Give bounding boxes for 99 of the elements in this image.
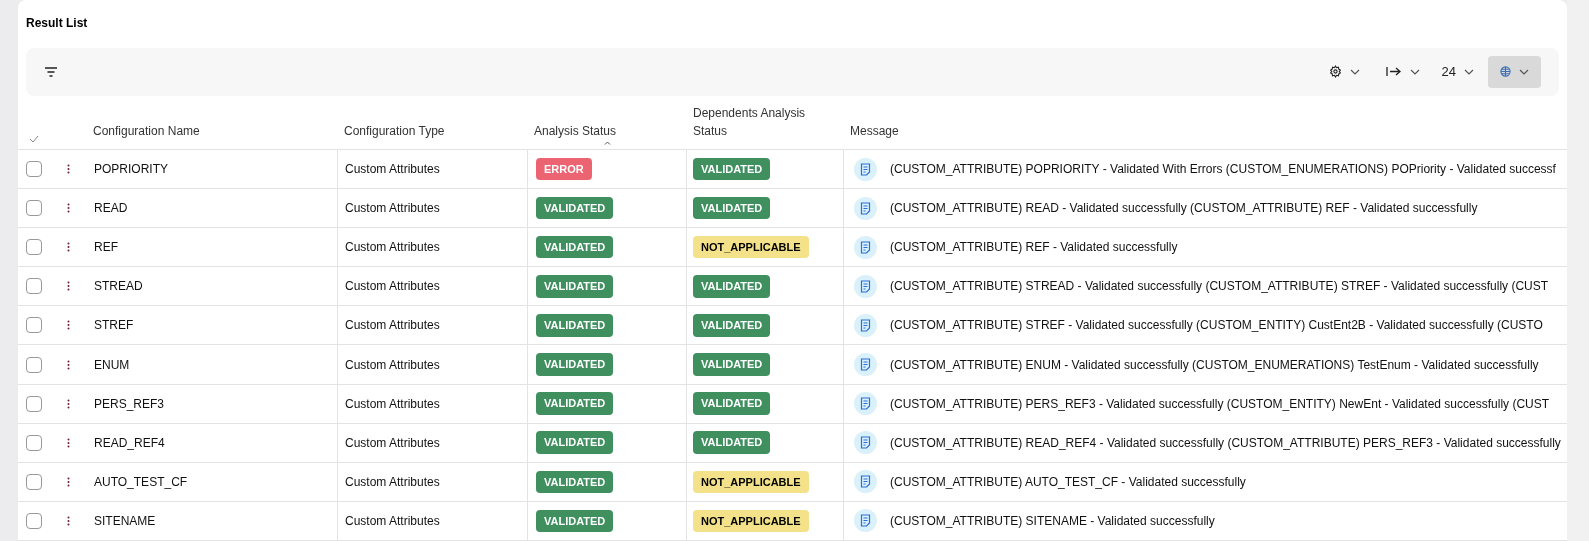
configuration-name: PERS_REF3	[94, 395, 165, 413]
configuration-name: STREAD	[94, 278, 143, 296]
configuration-type: Custom Attributes	[345, 161, 440, 179]
status-badge: VALIDATED	[536, 353, 614, 376]
status-badge: VALIDATED	[536, 431, 614, 454]
message-text: (CUSTOM_ATTRIBUTE) READ - Validated successfully (CUSTOM_ATTRIBUTE) REF - Validated successfully	[890, 200, 1478, 218]
panel-title: Result List	[26, 16, 88, 30]
message-icon[interactable]	[854, 353, 877, 376]
message-icon[interactable]	[854, 196, 877, 220]
globe-dropdown[interactable]	[1488, 55, 1541, 88]
configuration-name: STREF	[94, 317, 134, 335]
configuration-name: ENUM	[94, 356, 130, 374]
status-badge: VALIDATED	[536, 314, 614, 337]
row-checkbox[interactable]	[26, 317, 42, 334]
configuration-name: REF	[94, 239, 118, 257]
message-text: (CUSTOM_ATTRIBUTE) SITENAME - Validated successfully	[890, 512, 1215, 530]
message-icon[interactable]	[854, 274, 877, 298]
row-checkbox[interactable]	[26, 512, 42, 529]
configuration-type: Custom Attributes	[345, 473, 440, 491]
row-checkbox[interactable]	[26, 200, 42, 217]
status-badge: VALIDATED	[536, 236, 614, 259]
status-badge: NOT_APPLICABLE	[693, 236, 809, 259]
status-badge: VALIDATED	[693, 431, 771, 454]
message-text: (CUSTOM_ATTRIBUTE) AUTO_TEST_CF - Validated successfully	[890, 473, 1246, 491]
message-icon[interactable]	[854, 509, 877, 533]
message-icon[interactable]	[854, 313, 877, 337]
check-icon[interactable]	[29, 135, 39, 143]
settings-icon	[1328, 65, 1342, 79]
status-badge: VALIDATED	[536, 509, 614, 533]
message-icon[interactable]	[854, 157, 877, 181]
configuration-type: Custom Attributes	[345, 239, 440, 257]
configuration-name: READ	[94, 200, 128, 218]
configuration-type: Custom Attributes	[345, 200, 440, 218]
message-text: (CUSTOM_ATTRIBUTE) POPRIORITY - Validated With Errors (CUSTOM_ENUMERATIONS) POPriority - Validated successf	[890, 161, 1556, 179]
configuration-type: Custom Attributes	[345, 434, 440, 452]
chevron-down-icon	[1519, 68, 1529, 75]
column-header[interactable]: Configuration Type	[344, 122, 528, 140]
message-text: (CUSTOM_ATTRIBUTE) REF - Validated successfully	[890, 239, 1178, 257]
filter-icon[interactable]	[44, 65, 58, 78]
chevron-down-icon	[1409, 68, 1420, 75]
column-header[interactable]: Configuration Name	[93, 122, 338, 140]
status-badge: VALIDATED	[536, 470, 614, 494]
more-options-icon[interactable]	[67, 437, 70, 448]
row-checkbox[interactable]	[26, 356, 42, 373]
column-header[interactable]: Message	[850, 122, 1567, 140]
status-badge: VALIDATED	[693, 196, 771, 220]
message-icon[interactable]	[854, 431, 877, 455]
more-options-icon[interactable]	[67, 320, 70, 331]
configuration-type: Custom Attributes	[345, 317, 440, 335]
more-options-icon[interactable]	[67, 515, 70, 526]
configuration-type: Custom Attributes	[345, 395, 440, 413]
more-options-icon[interactable]	[67, 476, 70, 487]
more-options-icon[interactable]	[67, 164, 70, 175]
message-text: (CUSTOM_ATTRIBUTE) STREF - Validated successfully (CUSTOM_ENTITY) CustEnt2B - Validated successfully (CUSTO	[890, 317, 1543, 335]
more-options-icon[interactable]	[67, 242, 70, 253]
message-icon[interactable]	[854, 392, 877, 416]
row-checkbox[interactable]	[26, 278, 42, 295]
column-header[interactable]: Analysis Status	[534, 122, 687, 140]
more-options-icon[interactable]	[67, 203, 70, 214]
message-text: (CUSTOM_ATTRIBUTE) READ_REF4 - Validated successfully (CUSTOM_ATTRIBUTE) PERS_REF3 - Validated successfully	[890, 434, 1561, 452]
configuration-name: AUTO_TEST_CF	[94, 473, 188, 491]
status-badge: VALIDATED	[536, 392, 614, 415]
message-icon[interactable]	[854, 235, 877, 259]
scrollbar[interactable]	[1567, 0, 1589, 541]
row-checkbox[interactable]	[26, 239, 42, 256]
row-checkbox[interactable]	[26, 434, 42, 451]
globe-icon	[1500, 66, 1511, 78]
status-badge: VALIDATED	[693, 353, 771, 376]
chevron-down-icon	[1464, 68, 1474, 75]
more-options-icon[interactable]	[67, 359, 70, 370]
status-badge: NOT_APPLICABLE	[693, 470, 809, 494]
status-badge: VALIDATED	[536, 196, 614, 220]
message-text: (CUSTOM_ATTRIBUTE) STREAD - Validated successfully (CUSTOM_ATTRIBUTE) STREF - Validated successfully (CUST	[890, 278, 1549, 296]
status-badge: VALIDATED	[693, 392, 771, 415]
status-badge: VALIDATED	[693, 314, 771, 337]
configuration-type: Custom Attributes	[345, 512, 440, 530]
more-options-icon[interactable]	[67, 398, 70, 409]
more-options-icon[interactable]	[67, 281, 70, 292]
status-badge: VALIDATED	[536, 275, 614, 298]
status-badge: VALIDATED	[693, 275, 771, 298]
arrow-to-bar-icon	[1385, 66, 1402, 78]
configuration-type: Custom Attributes	[345, 356, 440, 374]
column-header[interactable]: Dependents Analysis Status	[693, 104, 813, 140]
row-checkbox[interactable]	[26, 473, 42, 490]
configuration-name: SITENAME	[94, 512, 156, 530]
configuration-name: POPRIORITY	[94, 161, 168, 179]
status-badge: VALIDATED	[693, 157, 771, 181]
row-checkbox[interactable]	[26, 161, 42, 178]
message-text: (CUSTOM_ATTRIBUTE) PERS_REF3 - Validated successfully (CUSTOM_ENTITY) NewEnt - Validated successfully (CUST	[890, 395, 1550, 413]
page-size-dropdown[interactable]: 24	[1433, 62, 1482, 82]
message-icon[interactable]	[854, 470, 877, 494]
status-badge: ERROR	[536, 157, 592, 181]
row-checkbox[interactable]	[26, 395, 42, 412]
message-text: (CUSTOM_ATTRIBUTE) ENUM - Validated successfully (CUSTOM_ENUMERATIONS) TestEnum - Validated successfully	[890, 356, 1539, 374]
sort-ascending-icon[interactable]	[604, 141, 611, 145]
configuration-name: READ_REF4	[94, 434, 165, 452]
status-badge: NOT_APPLICABLE	[693, 509, 809, 533]
chevron-down-icon	[1349, 68, 1360, 75]
configuration-type: Custom Attributes	[345, 278, 440, 296]
